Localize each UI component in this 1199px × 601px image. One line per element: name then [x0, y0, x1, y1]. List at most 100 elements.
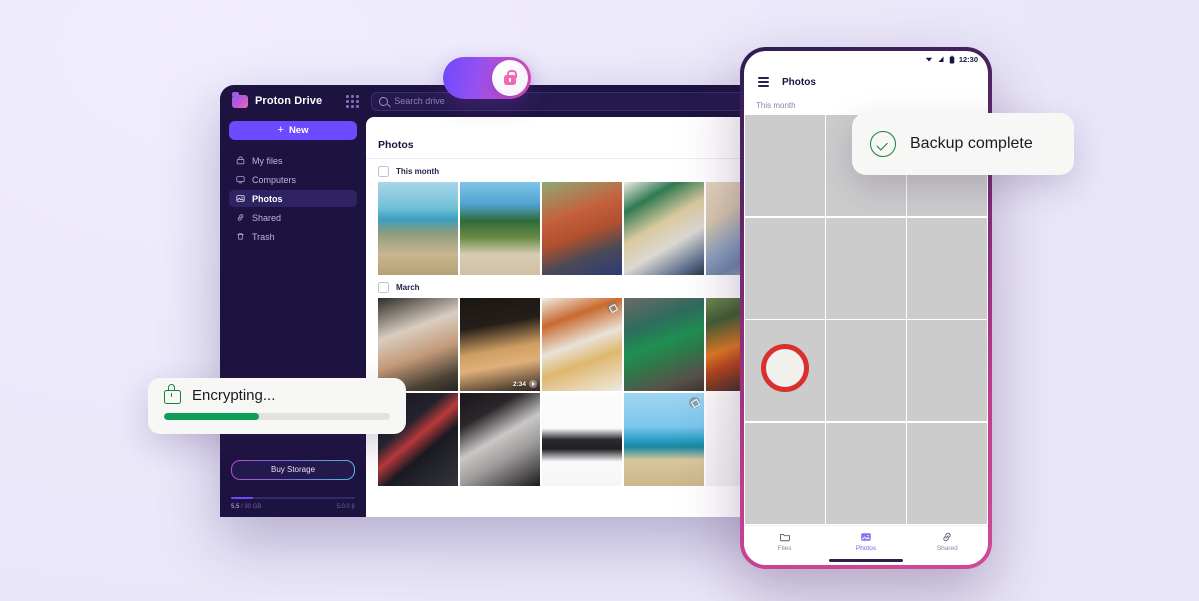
lock-folder-icon: [236, 156, 245, 165]
mobile-photo-grid: [744, 115, 988, 525]
content-header: Photos: [366, 117, 780, 159]
photos-content-pane: Photos This month March 2:34: [366, 117, 780, 517]
photo-thumbnail[interactable]: [460, 182, 540, 275]
mobile-nav-label: Shared: [936, 544, 958, 552]
sidebar-item-label: Trash: [252, 231, 275, 242]
cellular-signal-icon: [938, 56, 944, 62]
battery-icon: [949, 55, 955, 63]
photo-thumbnail[interactable]: [907, 422, 987, 524]
section-checkbox[interactable]: [378, 282, 389, 293]
buy-storage-label: Buy Storage: [270, 465, 316, 474]
mobile-bottom-nav: Files Photos Shared: [744, 525, 988, 556]
toast-message: Encrypting...: [192, 387, 276, 404]
sidebar-item-trash[interactable]: Trash: [229, 228, 357, 245]
sidebar-item-label: Computers: [252, 174, 297, 185]
mobile-nav-shared[interactable]: Shared: [907, 531, 988, 552]
home-indicator: [744, 556, 988, 565]
proton-drive-folder-icon: [232, 91, 248, 108]
toast-encrypting: Encrypting...: [148, 378, 406, 434]
shared-link-icon[interactable]: [607, 302, 618, 313]
photo-thumbnail[interactable]: [542, 182, 622, 275]
new-button[interactable]: + New: [229, 121, 357, 140]
photo-thumbnail[interactable]: [624, 393, 704, 486]
photo-thumbnail[interactable]: 2:34: [460, 298, 540, 391]
encryption-toggle[interactable]: [443, 57, 531, 99]
storage-info-row: 5.5 / 30 GB 5.0.0 β: [229, 504, 357, 517]
sidebar-nav: My files Computers Photos Shared Trash: [229, 152, 357, 245]
photo-thumbnail[interactable]: [745, 115, 825, 216]
photo-thumbnail[interactable]: [745, 422, 825, 524]
mobile-nav-files[interactable]: Files: [744, 531, 825, 552]
photo-thumbnail[interactable]: [460, 393, 540, 486]
sidebar: + New My files Computers Photos Shared T…: [220, 117, 366, 517]
sidebar-item-label: My files: [252, 155, 283, 166]
photo-thumbnail[interactable]: [624, 298, 704, 391]
search-icon: [379, 96, 389, 106]
mobile-page-title: Photos: [782, 76, 816, 88]
lock-icon: [504, 69, 517, 85]
desktop-app-window: Proton Drive Search drive + New My files…: [220, 85, 780, 517]
search-input[interactable]: Search drive: [371, 91, 768, 111]
mobile-nav-label: Files: [777, 544, 792, 552]
photo-thumbnail[interactable]: [907, 217, 987, 319]
photo-thumbnail[interactable]: [826, 320, 906, 421]
brand-name: Proton Drive: [255, 95, 323, 107]
photo-thumbnail[interactable]: [745, 320, 825, 421]
video-duration: 2:34: [512, 380, 526, 388]
photo-thumbnail[interactable]: [745, 217, 825, 319]
section-label: March: [396, 283, 420, 292]
toast-backup-complete: Backup complete: [852, 113, 1074, 175]
search-placeholder: Search drive: [394, 96, 445, 106]
sidebar-item-shared[interactable]: Shared: [229, 209, 357, 226]
trash-icon: [237, 233, 244, 240]
section-header-this-month[interactable]: This month: [366, 159, 780, 182]
storage-total: / 30 GB: [241, 504, 262, 510]
page-background: Proton Drive Search drive + New My files…: [0, 0, 1199, 601]
section-checkbox[interactable]: [378, 166, 389, 177]
photo-thumbnail[interactable]: [542, 298, 622, 391]
photo-thumbnail[interactable]: [542, 393, 622, 486]
storage-progress-bar: [231, 496, 355, 499]
image-icon: [236, 195, 245, 202]
sidebar-item-label: Shared: [252, 212, 282, 223]
photo-thumbnail[interactable]: [378, 182, 458, 275]
link-icon: [237, 214, 244, 221]
check-circle-icon: [870, 131, 896, 157]
photo-thumbnail[interactable]: [826, 422, 906, 524]
buy-storage-button[interactable]: Buy Storage: [231, 460, 355, 480]
app-version-label: 5.0.0 β: [336, 504, 355, 510]
sidebar-item-label: Photos: [252, 193, 283, 204]
mobile-nav-label: Photos: [855, 544, 877, 552]
section-header-march[interactable]: March: [366, 275, 780, 298]
red-circle-sign-icon: [760, 344, 809, 393]
app-grid-icon[interactable]: [346, 94, 360, 108]
toggle-knob: [492, 60, 528, 96]
new-button-label: New: [288, 125, 309, 136]
mobile-status-bar: 12:30: [744, 51, 988, 67]
page-title: Photos: [378, 139, 414, 151]
wifi-icon: [925, 57, 933, 62]
photo-grid-row-3: [366, 393, 780, 486]
storage-usage-text: 5.5 / 30 GB: [231, 504, 261, 510]
photo-thumbnail[interactable]: [826, 217, 906, 319]
buy-storage-wrap: Buy Storage: [229, 460, 357, 480]
photo-thumbnail[interactable]: [624, 182, 704, 275]
status-bar-time: 12:30: [958, 54, 978, 64]
folder-icon: [779, 533, 790, 541]
sidebar-item-my-files[interactable]: My files: [229, 152, 357, 169]
mobile-header: Photos: [744, 67, 988, 97]
section-label: This month: [396, 167, 440, 176]
mobile-nav-photos[interactable]: Photos: [825, 531, 906, 552]
hamburger-menu-icon[interactable]: [758, 77, 769, 87]
image-icon: [861, 532, 871, 541]
play-icon: [529, 380, 537, 388]
link-icon: [943, 532, 951, 541]
sidebar-item-photos[interactable]: Photos: [229, 190, 357, 207]
plus-icon: +: [277, 124, 284, 136]
desktop-body: + New My files Computers Photos Shared T…: [220, 117, 780, 517]
shared-link-icon[interactable]: [689, 397, 700, 408]
sidebar-item-computers[interactable]: Computers: [229, 171, 357, 188]
photo-thumbnail[interactable]: [907, 320, 987, 421]
lock-icon: [164, 384, 181, 404]
photo-grid-row-2: 2:34: [366, 298, 780, 391]
